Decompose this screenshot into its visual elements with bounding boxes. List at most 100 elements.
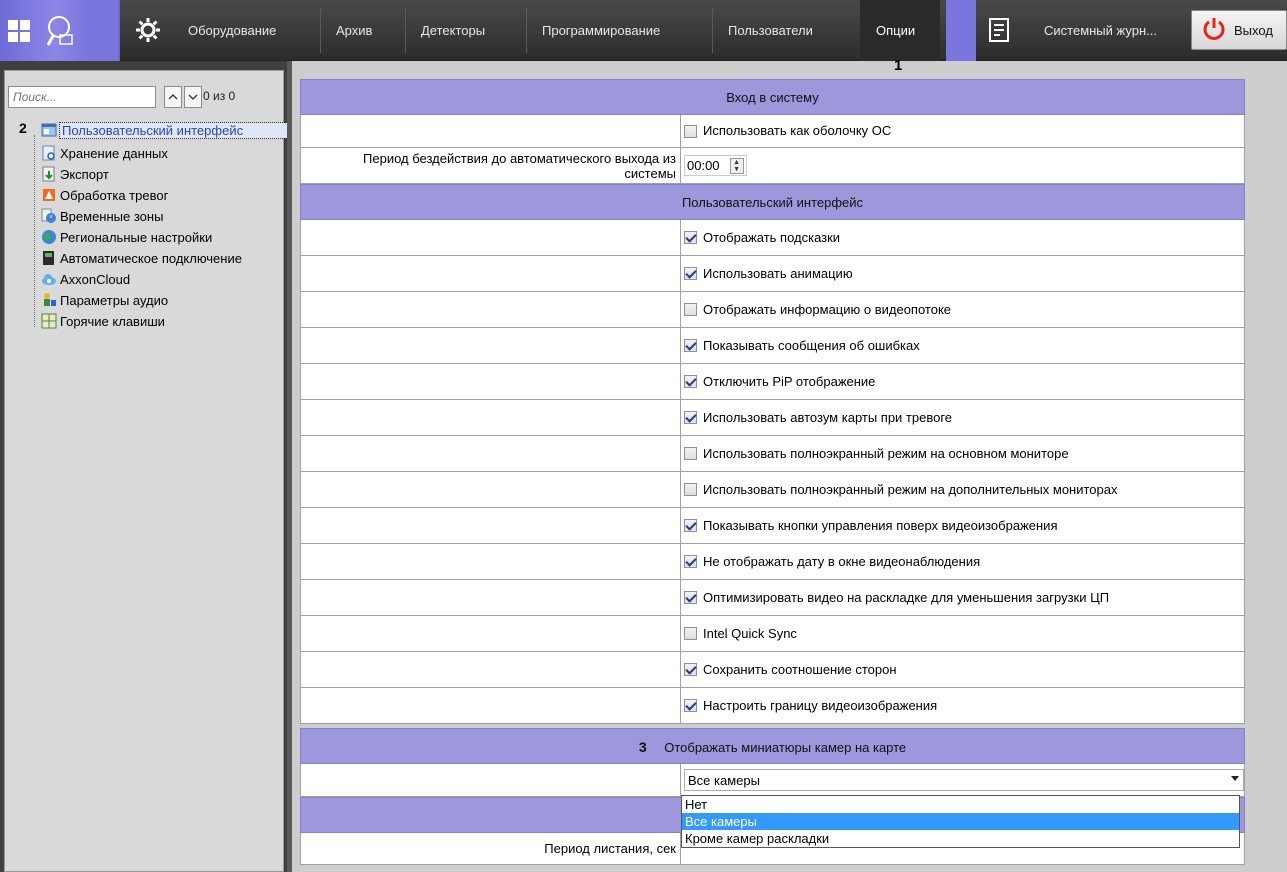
row-label-empty xyxy=(301,472,681,507)
checkbox-checked[interactable] xyxy=(684,411,697,424)
checkbox-ui-option[interactable]: Использовать автозум карты при тревоге xyxy=(681,400,1244,435)
setting-row-ui-option: Использовать полноэкранный режим на осно… xyxy=(300,436,1245,472)
spinner-arrows-icon[interactable]: ▲ ▼ xyxy=(729,157,744,174)
autoconnect-icon xyxy=(41,250,57,266)
row-label-empty xyxy=(301,580,681,615)
chevron-up-icon xyxy=(168,94,178,100)
dropdown-option[interactable]: Кроме камер раскладки xyxy=(682,830,1239,847)
setting-row-map-thumbnails: Все камеры xyxy=(300,764,1245,797)
row-label-empty xyxy=(301,256,681,291)
checkbox-checked[interactable] xyxy=(684,555,697,568)
callout-marker-2: 2 xyxy=(19,120,27,136)
row-label-empty xyxy=(301,292,681,327)
top-navigation-bar: Оборудование Архив Детекторы Программиро… xyxy=(0,0,1287,74)
sidebar-item-axxoncloud[interactable]: AxxonCloud xyxy=(41,269,130,289)
row-label-empty xyxy=(301,400,681,435)
tab-programming[interactable]: Программирование xyxy=(532,0,670,61)
journal-icon[interactable] xyxy=(986,17,1012,43)
checkbox-checked[interactable] xyxy=(684,591,697,604)
paging-period-label: Период листания, сек xyxy=(301,833,681,864)
checkbox-checked[interactable] xyxy=(684,375,697,388)
search-icon[interactable] xyxy=(44,14,78,48)
checkbox-ui-option[interactable]: Отключить PiP отображение xyxy=(681,364,1244,399)
checkbox-ui-option[interactable]: Intel Quick Sync xyxy=(681,616,1244,651)
section-map-thumbnails-title: Отображать миниатюры камер на карте xyxy=(664,740,907,755)
setting-row-ui-option: Отображать подсказки xyxy=(300,220,1245,256)
options-tree-panel: 0 из 0 2 Пользовательский интерфейс Хран… xyxy=(4,70,305,872)
callout-marker-3: 3 xyxy=(638,739,647,755)
setting-row-ui-option: Оптимизировать видео на раскладке для ум… xyxy=(300,580,1245,616)
checkbox-ui-option[interactable]: Использовать полноэкранный режим на допо… xyxy=(681,472,1244,507)
idle-period-value: 00:00 xyxy=(687,158,720,173)
tab-system-journal[interactable]: Системный журн... xyxy=(1034,0,1186,61)
search-input[interactable] xyxy=(8,86,156,108)
gear-icon[interactable] xyxy=(134,16,162,44)
row-label-empty xyxy=(301,508,681,543)
checkbox-use-as-shell[interactable]: Использовать как оболочку ОС xyxy=(681,115,1244,147)
checkbox-checked[interactable] xyxy=(684,519,697,532)
audio-icon xyxy=(41,292,57,308)
idle-period-label: Период бездействия до автоматического вы… xyxy=(301,148,681,183)
setting-row-ui-option: Отображать информацию о видеопотоке xyxy=(300,292,1245,328)
tab-archive[interactable]: Архив xyxy=(326,0,382,61)
dropdown-arrow-icon[interactable] xyxy=(1231,776,1239,781)
layouts-icon[interactable] xyxy=(6,18,32,44)
checkbox-label: Сохранить соотношение сторон xyxy=(703,661,897,677)
checkbox-checked[interactable] xyxy=(684,699,697,712)
tab-options[interactable]: Опции xyxy=(860,0,940,61)
tab-detectors[interactable]: Детекторы xyxy=(411,0,495,61)
sidebar-item-audio[interactable]: Параметры аудио xyxy=(41,290,168,310)
checkbox-checked[interactable] xyxy=(684,663,697,676)
tile-divider-2 xyxy=(946,0,976,61)
exit-button[interactable]: Выход xyxy=(1191,10,1287,50)
alarm-icon xyxy=(41,187,57,203)
idle-period-spinbox[interactable]: 00:00 ▲ ▼ xyxy=(684,155,747,176)
checkbox-ui-option[interactable]: Оптимизировать видео на раскладке для ум… xyxy=(681,580,1244,615)
sidebar-item-autoconnect[interactable]: Автоматическое подключение xyxy=(41,248,281,268)
sidebar-item-export[interactable]: Экспорт xyxy=(41,164,109,184)
sidebar-item-alarms[interactable]: Обработка тревог xyxy=(41,185,168,205)
checkbox-ui-option[interactable]: Показывать кнопки управления поверх виде… xyxy=(681,508,1244,543)
sidebar-item-ui[interactable]: Пользовательский интерфейс xyxy=(41,120,305,140)
sidebar-item-regional[interactable]: Региональные настройки xyxy=(41,227,212,247)
checkbox-unchecked[interactable] xyxy=(684,483,697,496)
sidebar-item-label: Экспорт xyxy=(60,166,109,182)
dropdown-option[interactable]: Нет xyxy=(682,796,1239,813)
checkbox-ui-option[interactable]: Не отображать дату в окне видеонаблюдени… xyxy=(681,544,1244,579)
checkbox-checked[interactable] xyxy=(684,231,697,244)
checkbox-ui-option[interactable]: Настроить границу видеоизображения xyxy=(681,688,1244,723)
setting-row-ui-option: Использовать полноэкранный режим на допо… xyxy=(300,472,1245,508)
checkbox-ui-option[interactable]: Показывать сообщения об ошибках xyxy=(681,328,1244,363)
dropdown-option-selected[interactable]: Все камеры xyxy=(682,813,1239,830)
power-icon xyxy=(1202,17,1226,44)
checkbox-ui-option[interactable]: Отображать информацию о видеопотоке xyxy=(681,292,1244,327)
checkbox-checked[interactable] xyxy=(684,267,697,280)
row-label-empty xyxy=(301,544,681,579)
setting-row-ui-option: Сохранить соотношение сторон xyxy=(300,652,1245,688)
checkbox-ui-option[interactable]: Отображать подсказки xyxy=(681,220,1244,255)
checkbox-unchecked[interactable] xyxy=(684,627,697,640)
search-next-button[interactable] xyxy=(184,86,202,108)
sidebar-item-storage[interactable]: Хранение данных xyxy=(41,143,168,163)
hotkeys-icon xyxy=(41,313,57,329)
checkbox-unchecked[interactable] xyxy=(684,447,697,460)
checkbox-label: Использовать как оболочку ОС xyxy=(703,123,892,138)
checkbox-ui-option[interactable]: Сохранить соотношение сторон xyxy=(681,652,1244,687)
checkbox-label: Отключить PiP отображение xyxy=(703,373,876,389)
map-thumbnails-select[interactable]: Все камеры xyxy=(684,769,1244,791)
checkbox-ui-option[interactable]: Использовать полноэкранный режим на осно… xyxy=(681,436,1244,471)
checkbox-checked[interactable] xyxy=(684,339,697,352)
checkbox-box[interactable] xyxy=(684,124,697,138)
search-result-counter: 0 из 0 xyxy=(203,89,236,103)
checkbox-unchecked[interactable] xyxy=(684,303,697,316)
sidebar-item-timezones[interactable]: Временные зоны xyxy=(41,206,163,226)
search-prev-button[interactable] xyxy=(164,86,182,108)
checkbox-label: Отображать подсказки xyxy=(703,229,841,245)
sidebar-item-label: Горячие клавиши xyxy=(60,313,165,329)
row-label-empty xyxy=(301,115,681,147)
row-label-empty xyxy=(301,764,681,796)
sidebar-item-hotkeys[interactable]: Горячие клавиши xyxy=(41,311,165,331)
tab-users[interactable]: Пользователи xyxy=(718,0,823,61)
checkbox-ui-option[interactable]: Использовать анимацию xyxy=(681,256,1244,291)
tab-equipment[interactable]: Оборудование xyxy=(178,0,286,61)
